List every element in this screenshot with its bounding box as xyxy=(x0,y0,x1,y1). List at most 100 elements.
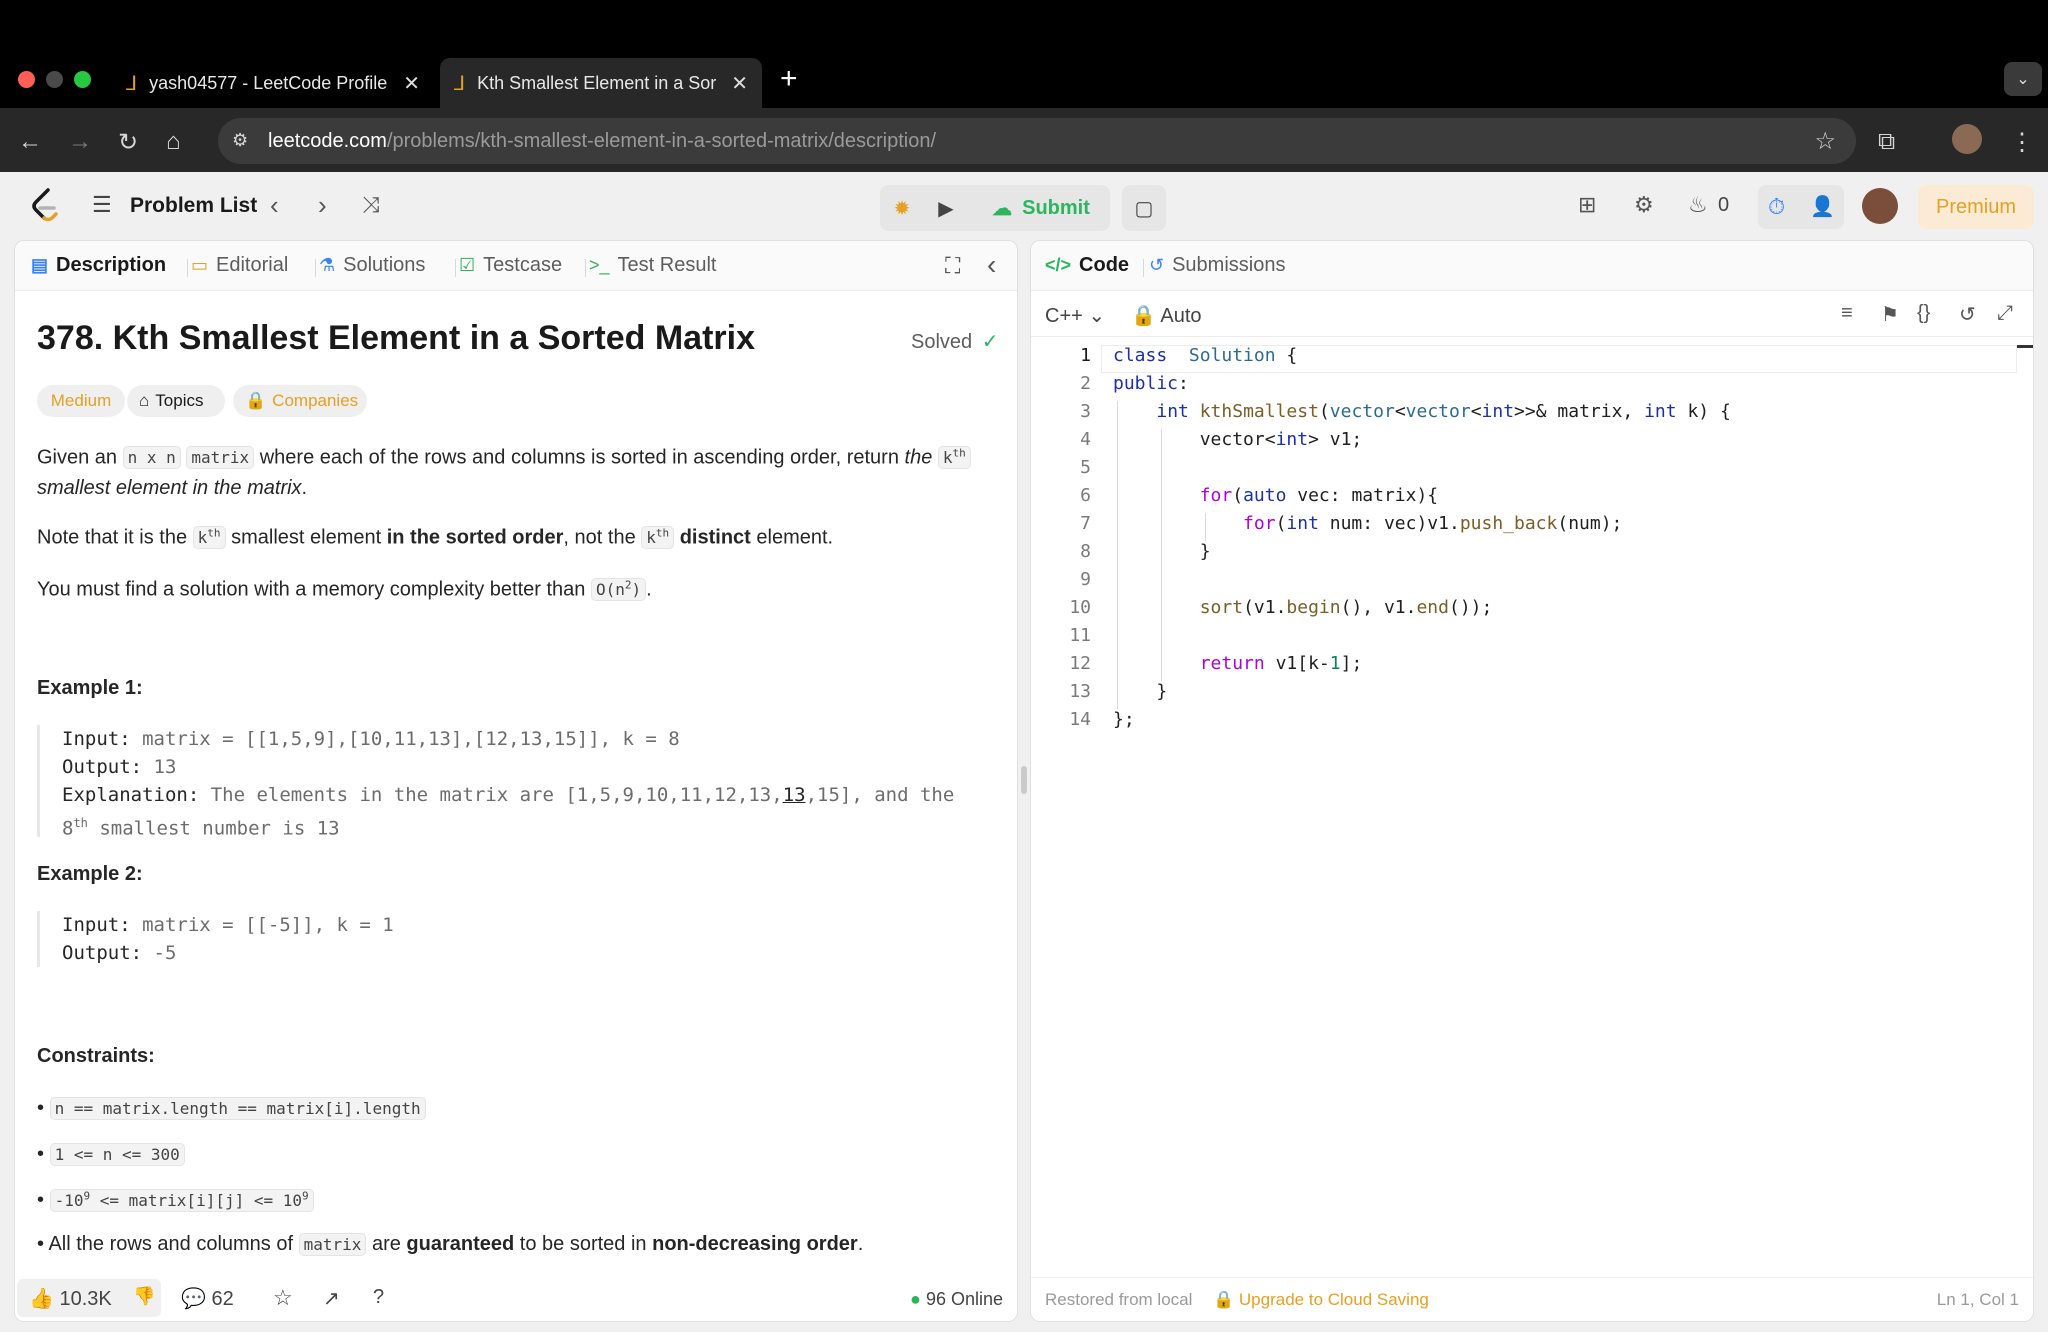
next-problem-icon[interactable]: › xyxy=(318,190,327,221)
reset-code-icon[interactable]: ↺ xyxy=(1959,302,1976,327)
code-panel: </> Code ↺ Submissions C++ ⌄ 🔒 Auto ≡ ⚑ {}… xyxy=(1030,240,2034,1322)
extensions-icon[interactable]: ⧉ xyxy=(1878,128,1895,156)
home-icon[interactable]: ⌂ xyxy=(166,128,181,156)
problem-list-link[interactable]: Problem List xyxy=(130,194,257,218)
timer-icon[interactable]: ⏱ xyxy=(1768,194,1785,220)
terminal-icon: >_ xyxy=(589,255,610,275)
minimize-window-button[interactable] xyxy=(46,71,63,88)
bookmark-star-icon[interactable]: ☆ xyxy=(1814,127,1836,156)
tab-submissions[interactable]: ↺ Submissions xyxy=(1149,254,1285,277)
new-tab-icon[interactable]: + xyxy=(780,62,798,96)
notes-icon[interactable]: ▢ xyxy=(1122,185,1166,231)
forward-icon[interactable]: → xyxy=(68,128,92,156)
fullscreen-icon[interactable]: ⤢ xyxy=(1997,302,2013,325)
settings-gear-icon[interactable]: ⚙ xyxy=(1634,192,1654,218)
problem-statement: Given an n x n matrix where each of the … xyxy=(37,439,1007,503)
lock-icon: 🔒 xyxy=(1213,1290,1235,1309)
code-editor[interactable]: 1 class Solution {2 public: 3 int kthSmalle… xyxy=(1031,345,2033,1245)
prev-problem-icon[interactable]: ‹ xyxy=(270,190,279,221)
help-icon[interactable]: ? xyxy=(373,1286,384,1309)
debug-icon[interactable]: ✹ xyxy=(880,185,924,231)
line-number: 2 xyxy=(1080,373,1091,394)
tab-search-chevron-icon[interactable]: ⌄ xyxy=(2004,62,2042,96)
code-text: for(auto vec: matrix){ xyxy=(1199,485,1439,506)
random-problem-icon[interactable]: ⤨ xyxy=(362,192,380,218)
line-number: 4 xyxy=(1080,429,1091,450)
premium-button[interactable]: Premium xyxy=(1918,185,2034,229)
address-bar[interactable]: ⚙ leetcode.com/problems/kth-smallest-ele… xyxy=(218,118,1856,164)
restored-status: Restored from local xyxy=(1045,1290,1193,1309)
collapse-panel-icon[interactable]: ‹ xyxy=(987,249,996,281)
browser-tab-problem[interactable]: ⅃ Kth Smallest Element in a Sor ✕ xyxy=(440,58,762,108)
profile-avatar[interactable] xyxy=(1952,124,1982,154)
tab-editorial[interactable]: ▭ Editorial xyxy=(191,254,288,277)
format-code-icon[interactable]: ≡ xyxy=(1841,302,1853,325)
line-number: 14 xyxy=(1069,709,1091,730)
url-text: leetcode.com/problems/kth-smallest-eleme… xyxy=(268,130,937,152)
upgrade-cloud-link[interactable]: 🔒 Upgrade to Cloud Saving xyxy=(1213,1290,1429,1310)
comments-button[interactable]: 💬 62 xyxy=(181,1286,234,1311)
run-submit-group: ✹ ▶ ☁ Submit xyxy=(880,185,1110,231)
maximize-window-button[interactable] xyxy=(74,71,91,88)
document-icon: ▤ xyxy=(31,255,49,275)
bookmark-icon[interactable]: ⚑ xyxy=(1881,302,1899,327)
tab-testcase[interactable]: ☑ Testcase xyxy=(459,254,562,277)
line-number: 12 xyxy=(1069,653,1091,674)
line-number: 10 xyxy=(1069,597,1091,618)
tab-solutions[interactable]: ⚗ Solutions xyxy=(319,254,425,277)
topics-tag[interactable]: ⌂ Topics xyxy=(127,385,225,417)
online-count: ● 96 Online xyxy=(910,1289,1003,1309)
panel-resize-handle[interactable] xyxy=(1021,766,1027,794)
right-panel-tabs: </> Code ↺ Submissions xyxy=(1031,241,2033,291)
tab-divider xyxy=(585,259,586,277)
language-select[interactable]: C++ ⌄ xyxy=(1045,303,1105,328)
constraint-item: • All the rows and columns of matrix are… xyxy=(37,1233,864,1256)
example-2-block: Input: matrix = [[-5]], k = 1 Output: -5 xyxy=(37,911,394,967)
braces-icon[interactable]: {} xyxy=(1917,302,1930,325)
favorite-star-icon[interactable]: ☆ xyxy=(273,1285,293,1311)
code-text: class Solution { xyxy=(1113,345,1298,366)
tag-icon: ⌂ xyxy=(139,391,150,410)
tab-code[interactable]: </> Code xyxy=(1045,254,1129,277)
maximize-panel-icon[interactable]: ⛶ xyxy=(945,253,960,279)
problem-title: 378. Kth Smallest Element in a Sorted Ma… xyxy=(37,319,756,357)
code-text: for(int num: vec)v1.push_back(num); xyxy=(1243,513,1623,534)
lock-icon: 🔒 xyxy=(1131,305,1156,327)
streak-fire-icon[interactable]: ♨ xyxy=(1688,192,1708,218)
invite-user-icon[interactable]: 👤 xyxy=(1810,194,1835,219)
companies-tag[interactable]: 🔒 Companies xyxy=(233,385,367,417)
tab-description[interactable]: ▤ Description xyxy=(31,254,166,277)
constraint-item: • n == matrix.length == matrix[i].length xyxy=(37,1097,426,1120)
example-1-block: Input: matrix = [[1,5,9],[10,11,13],[12,… xyxy=(37,725,954,839)
check-circle-icon: ✓ xyxy=(981,331,999,353)
close-tab-icon[interactable]: ✕ xyxy=(731,71,748,96)
leetcode-logo-icon[interactable] xyxy=(30,188,58,222)
problem-list-icon[interactable]: ☰ xyxy=(92,192,112,218)
close-window-button[interactable] xyxy=(18,71,35,88)
site-settings-icon[interactable]: ⚙ xyxy=(232,130,248,151)
browser-tab-profile[interactable]: ⅃ yash04577 - LeetCode Profile ✕ xyxy=(112,58,434,108)
back-icon[interactable]: ← xyxy=(18,128,42,156)
code-text: sort(v1.begin(), v1.end()); xyxy=(1199,597,1493,618)
submit-button[interactable]: ☁ Submit xyxy=(972,185,1110,231)
line-number: 5 xyxy=(1080,457,1091,478)
user-avatar[interactable] xyxy=(1862,188,1898,224)
cursor-position: Ln 1, Col 1 xyxy=(1936,1290,2019,1309)
autocomplete-mode[interactable]: 🔒 Auto xyxy=(1131,303,1202,328)
layout-icon[interactable]: ⊞ xyxy=(1578,192,1596,218)
dislike-icon[interactable]: 👎 xyxy=(133,1286,155,1307)
solved-status: Solved ✓ xyxy=(911,331,999,353)
code-text: return v1[k-1]; xyxy=(1199,653,1363,674)
like-button[interactable]: 👍 10.3K xyxy=(29,1286,112,1311)
run-button[interactable]: ▶ xyxy=(924,185,968,231)
reload-icon[interactable]: ↻ xyxy=(118,128,138,157)
timer-invite-group: ⏱ 👤 xyxy=(1758,185,1844,229)
difficulty-badge[interactable]: Medium xyxy=(37,385,125,417)
tab-divider xyxy=(187,259,188,277)
close-tab-icon[interactable]: ✕ xyxy=(403,71,420,96)
tab-test-result[interactable]: >_ Test Result xyxy=(589,254,716,277)
tab-divider xyxy=(455,259,456,277)
editor-toolbar: C++ ⌄ 🔒 Auto ≡ ⚑ {} ↺ ⤢ xyxy=(1031,291,2033,337)
share-icon[interactable]: ↗ xyxy=(323,1286,340,1311)
browser-menu-icon[interactable]: ⋮ xyxy=(2010,128,2034,157)
